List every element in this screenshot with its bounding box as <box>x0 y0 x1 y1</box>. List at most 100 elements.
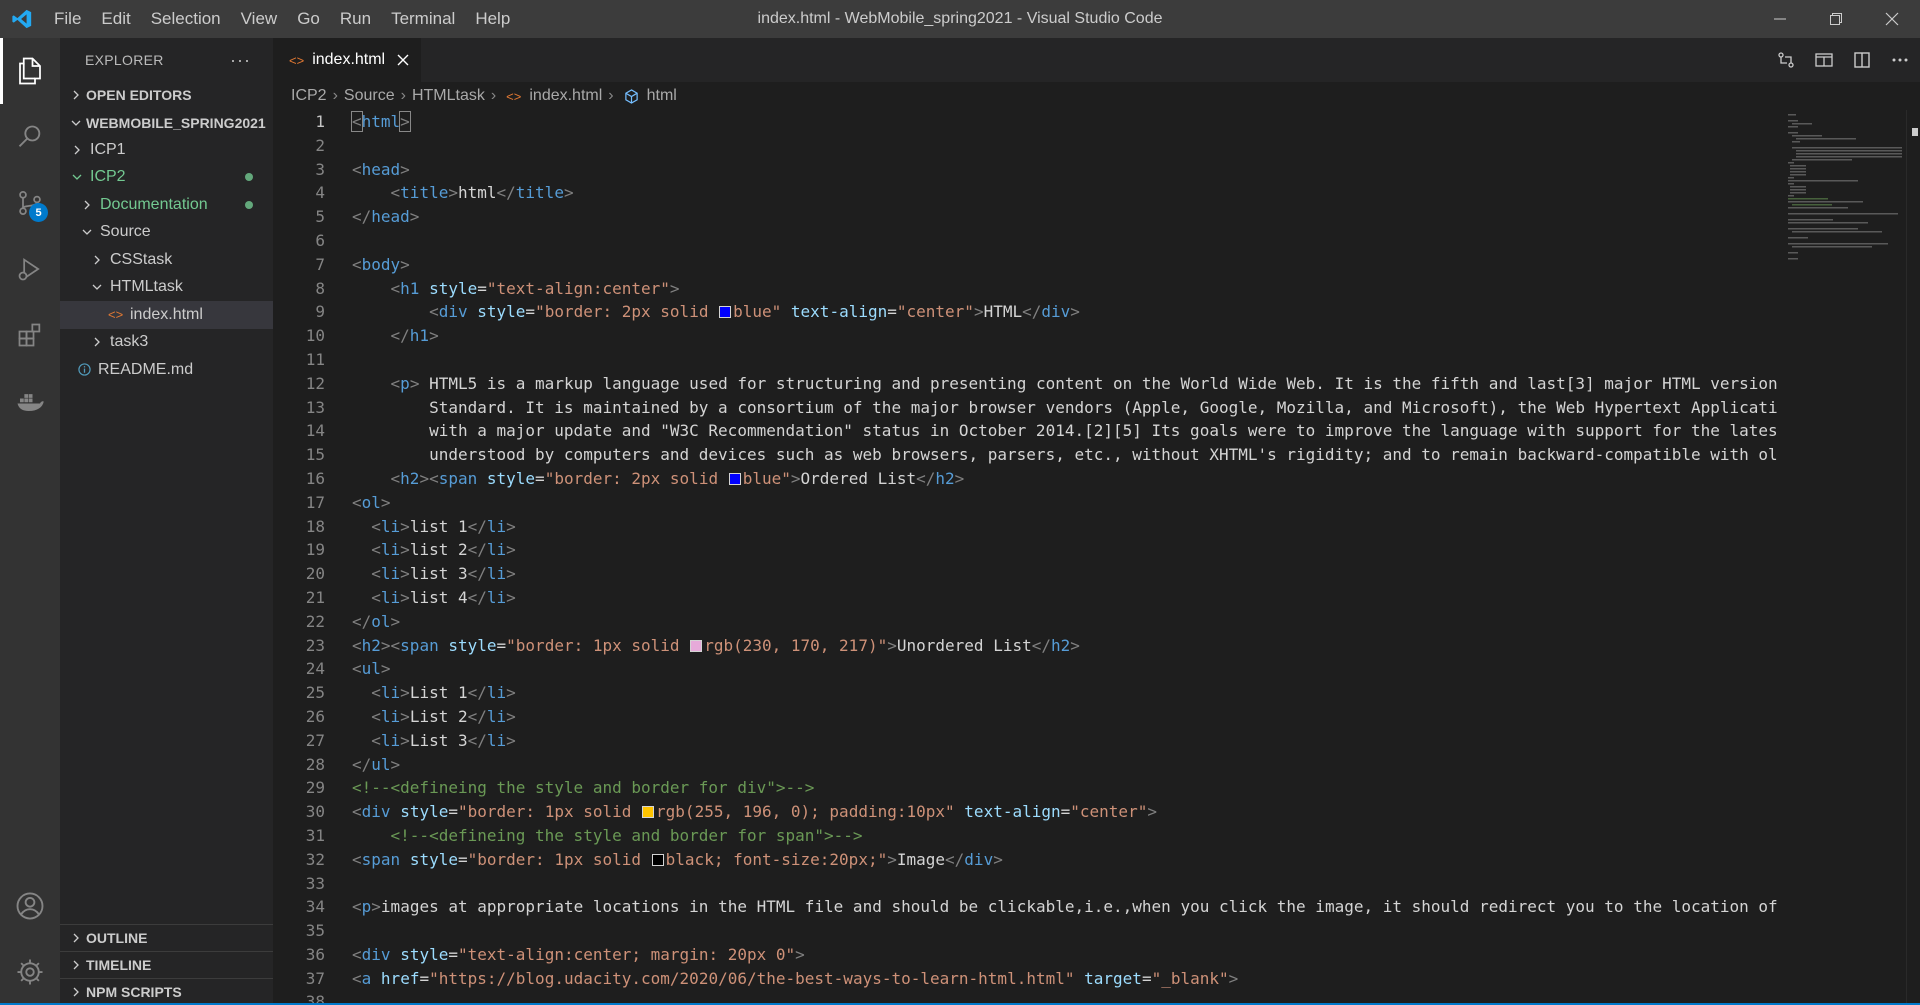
open-preview-icon[interactable] <box>1814 50 1834 70</box>
tree-label: Documentation <box>100 195 208 213</box>
line-number: 25 <box>305 683 325 703</box>
breadcrumb: ICP2 › Source › HTMLtask › <> index.html… <box>273 82 1920 110</box>
color-swatch[interactable] <box>690 639 703 652</box>
timeline-section[interactable]: TIMELINE <box>60 951 273 978</box>
extensions-icon[interactable] <box>0 302 60 368</box>
tree-item-readme[interactable]: README.md <box>60 356 273 384</box>
code-line: 23 <h2><span style="border: 1px solid rgb… <box>273 634 1783 658</box>
color-swatch[interactable] <box>719 306 732 319</box>
tree-item-htmltask[interactable]: HTMLtask <box>60 274 273 302</box>
line-number: 10 <box>305 326 325 346</box>
color-swatch[interactable] <box>728 472 741 485</box>
vertical-scrollbar[interactable] <box>1906 110 1920 1005</box>
restore-button[interactable] <box>1808 0 1864 38</box>
explorer-icon[interactable] <box>0 38 60 104</box>
outline-section[interactable]: OUTLINE <box>60 924 273 951</box>
line-number: 29 <box>305 778 325 798</box>
workspace-label: WEBMOBILE_SPRING2021 <box>86 115 266 131</box>
tree-item-index-html[interactable]: <> index.html <box>60 301 273 329</box>
account-icon[interactable] <box>0 873 60 939</box>
code-line: 24 <ul> <box>273 657 1783 681</box>
menu-help[interactable]: Help <box>465 0 520 38</box>
code-editor[interactable]: 1 <html> 2 3 <head> 4 <title>html</title> … <box>273 110 1783 1005</box>
breadcrumb-item[interactable]: ICP2 <box>291 87 327 105</box>
tree-item-icp1[interactable]: ICP1 <box>60 136 273 164</box>
line-number: 3 <box>315 159 325 179</box>
menu-view[interactable]: View <box>231 0 288 38</box>
run-debug-icon[interactable] <box>0 236 60 302</box>
line-number: 14 <box>305 421 325 441</box>
code-line: 1 <html> <box>273 110 1783 134</box>
code-line: 7 <body> <box>273 253 1783 277</box>
scrollbar-thumb[interactable] <box>1912 128 1918 136</box>
line-number: 26 <box>305 706 325 726</box>
code-line: 17 <ol> <box>273 491 1783 515</box>
menu-edit[interactable]: Edit <box>91 0 140 38</box>
tree-item-task3[interactable]: task3 <box>60 329 273 357</box>
settings-gear-icon[interactable] <box>0 939 60 1005</box>
minimap[interactable] <box>1784 110 1902 290</box>
tree-label: README.md <box>98 360 194 378</box>
breadcrumb-item[interactable]: index.html <box>529 87 602 105</box>
tree-item-source[interactable]: Source <box>60 219 273 247</box>
code-line: 36 <div style="text-align:center; margin:… <box>273 943 1783 967</box>
line-number: 11 <box>305 349 325 369</box>
breadcrumb-item[interactable]: Source <box>344 87 395 105</box>
line-number: 35 <box>305 921 325 941</box>
code-line: 10 </h1> <box>273 324 1783 348</box>
tab-index-html[interactable]: <> index.html <box>273 38 422 82</box>
menu-file[interactable]: File <box>44 0 91 38</box>
menu-selection[interactable]: Selection <box>141 0 231 38</box>
compare-changes-icon[interactable] <box>1776 50 1796 70</box>
chevron-right-icon: › <box>400 87 406 104</box>
line-number: 37 <box>305 968 325 988</box>
code-line: 2 <box>273 134 1783 158</box>
tree-label: ICP1 <box>90 140 126 158</box>
line-number: 30 <box>305 802 325 822</box>
line-number: 27 <box>305 730 325 750</box>
menu-run[interactable]: Run <box>330 0 381 38</box>
scm-badge: 5 <box>29 203 48 222</box>
workspace-section[interactable]: WEBMOBILE_SPRING2021 <box>60 110 273 136</box>
chevron-right-icon <box>66 90 86 100</box>
menu-go[interactable]: Go <box>287 0 330 38</box>
code-line: 3 <head> <box>273 158 1783 182</box>
split-editor-icon[interactable] <box>1852 50 1872 70</box>
line-number: 19 <box>305 540 325 560</box>
chevron-right-icon <box>68 145 86 155</box>
menu-terminal[interactable]: Terminal <box>381 0 465 38</box>
chevron-right-icon <box>88 255 106 265</box>
source-control-icon[interactable]: 5 <box>0 170 60 236</box>
code-line: 32 <span style="border: 1px solid black; … <box>273 848 1783 872</box>
html-file-icon: <> <box>506 88 522 104</box>
line-number: 36 <box>305 944 325 964</box>
code-line: 6 <box>273 229 1783 253</box>
line-number: 9 <box>315 302 325 322</box>
code-line: 31 <!--<defineing the style and border f… <box>273 824 1783 848</box>
breadcrumb-item[interactable]: HTMLtask <box>412 87 485 105</box>
minimize-button[interactable] <box>1752 0 1808 38</box>
code-line: 4 <title>html</title> <box>273 181 1783 205</box>
color-swatch[interactable] <box>651 853 664 866</box>
docker-icon[interactable] <box>0 368 60 434</box>
chevron-right-icon: › <box>490 87 497 104</box>
more-actions-icon[interactable]: ··· <box>230 50 251 71</box>
tree-item-icp2[interactable]: ICP2 <box>60 164 273 192</box>
code-line: 15 understood by computers and devices s… <box>273 443 1783 467</box>
npm-scripts-section[interactable]: NPM SCRIPTS <box>60 978 273 1005</box>
tree-item-documentation[interactable]: Documentation <box>60 191 273 219</box>
search-icon[interactable] <box>0 104 60 170</box>
chevron-down-icon <box>66 118 86 128</box>
tree-label: CSStask <box>110 250 173 268</box>
code-line: 34 <p>images at appropriate locations in … <box>273 895 1783 919</box>
breadcrumb-item[interactable]: html <box>647 87 677 105</box>
close-window-button[interactable] <box>1864 0 1920 38</box>
open-editors-label: OPEN EDITORS <box>86 87 192 103</box>
tree-item-csstask[interactable]: CSStask <box>60 246 273 274</box>
html-file-icon: <> <box>289 52 305 68</box>
color-swatch[interactable] <box>642 806 655 819</box>
timeline-label: TIMELINE <box>86 957 152 973</box>
close-tab-icon[interactable] <box>397 54 409 66</box>
more-actions-icon[interactable] <box>1890 50 1910 70</box>
open-editors-section[interactable]: OPEN EDITORS <box>60 82 273 108</box>
